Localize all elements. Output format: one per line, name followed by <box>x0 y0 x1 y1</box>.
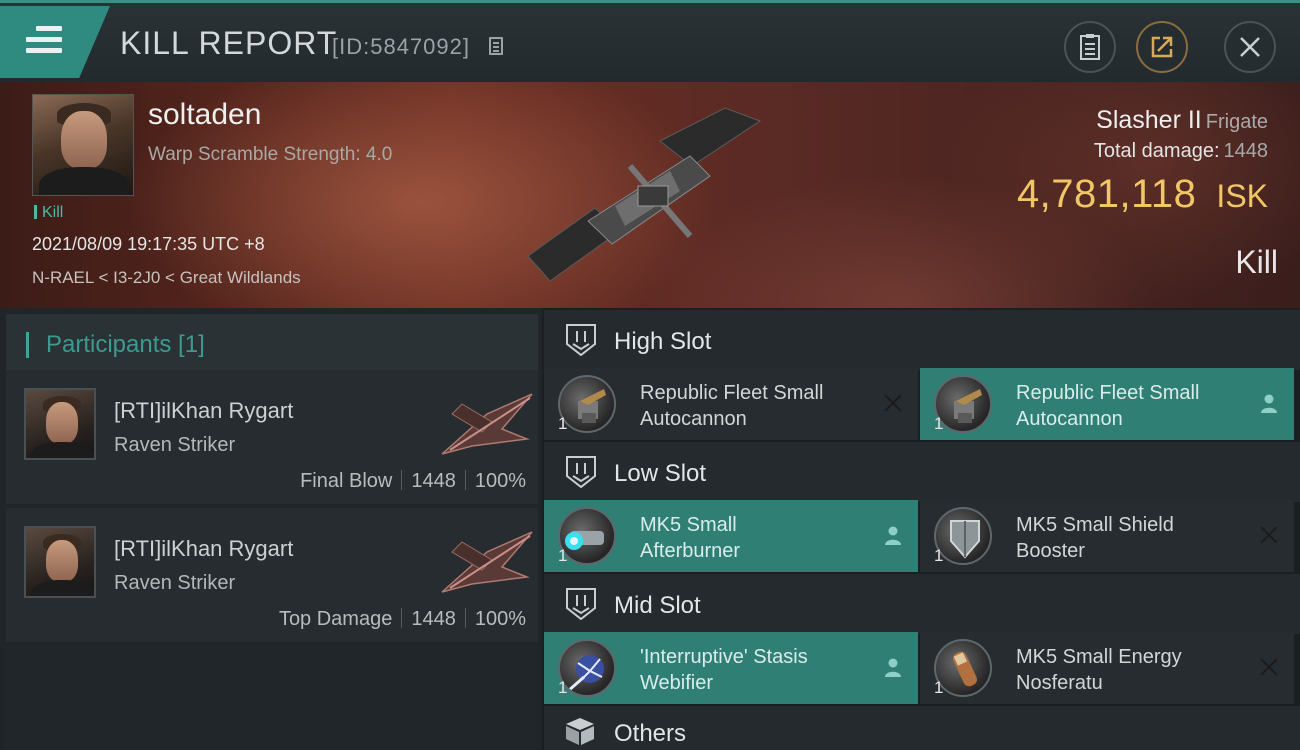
participant-avatar[interactable] <box>24 526 96 598</box>
isk-value: 4,781,118 ISK <box>1017 172 1268 217</box>
isk-amount: 4,781,118 <box>1016 172 1197 216</box>
participant-avatar[interactable] <box>24 388 96 460</box>
close-button[interactable] <box>1224 21 1276 73</box>
participant-ship: Raven Striker <box>114 434 236 456</box>
mid-slot-header: Mid Slot <box>544 574 1300 634</box>
participant-role: Final Blow <box>300 470 393 492</box>
module-name: 'Interruptive' Stasis Webifier <box>640 646 808 694</box>
dropped-person-icon <box>885 658 901 677</box>
kill-tag: Kill <box>34 204 63 222</box>
participant-ship: Raven Striker <box>114 572 236 594</box>
document-button[interactable] <box>1064 21 1116 73</box>
share-button[interactable] <box>1136 21 1188 73</box>
document-icon <box>1080 34 1100 60</box>
participant-ship-image <box>441 393 533 455</box>
page-title: KILL REPORT <box>120 25 338 61</box>
module-name: Republic Fleet Small Autocannon <box>1016 382 1200 430</box>
kill-location: N-RAEL < I3-2J0 < Great Wildlands <box>32 268 301 287</box>
slot-shield-icon <box>566 588 596 621</box>
module-card[interactable]: 1 Republic Fleet Small Autocannon <box>920 368 1294 440</box>
cube-icon <box>566 718 594 745</box>
top-bar: KILL REPORT [ID:5847092] <box>0 0 1300 82</box>
participant-damage: 1448 <box>411 470 456 492</box>
participant-name[interactable]: [RTI]ilKhan Rygart <box>114 536 293 562</box>
module-quantity: 1 <box>934 546 944 565</box>
module-name: MK5 Small Shield Booster <box>1016 514 1174 562</box>
module-card[interactable]: 1 'Interruptive' Stasis Webifier <box>544 632 918 704</box>
others-title: Others <box>614 720 687 747</box>
victim-ship-image <box>527 107 762 282</box>
module-quantity: 1 <box>934 678 944 697</box>
total-damage-value: 1448 <box>1223 140 1269 162</box>
victim-name[interactable]: soltaden <box>148 98 261 132</box>
mid-slot-title: Mid Slot <box>614 592 701 619</box>
hamburger-icon <box>26 26 62 59</box>
participant-stats: Final Blow 1448 100% <box>300 470 526 493</box>
destroyed-x-icon <box>882 392 904 414</box>
victim-avatar[interactable] <box>32 94 134 196</box>
participant-stats: Top Damage 1448 100% <box>279 608 526 631</box>
victim-banner: soltaden Warp Scramble Strength: 4.0 Kil… <box>0 82 1300 308</box>
module-card[interactable]: 1 MK5 Small Energy Nosferatu <box>920 632 1294 704</box>
participant-role: Top Damage <box>278 608 393 630</box>
high-slot-header: High Slot <box>544 310 1300 370</box>
module-name: MK5 Small Energy Nosferatu <box>1016 646 1182 694</box>
ship-info: Slasher II Frigate <box>1096 106 1268 135</box>
module-name: MK5 Small Afterburner <box>640 514 741 562</box>
participant-percent: 100% <box>474 608 526 630</box>
destroyed-x-icon <box>1258 524 1280 546</box>
menu-button[interactable] <box>0 6 110 78</box>
module-quantity: 1 <box>558 678 568 697</box>
participants-title: Participants [1] <box>46 331 205 358</box>
participant-percent: 100% <box>474 470 526 492</box>
participants-empty-area <box>6 644 538 750</box>
report-id: [ID:5847092] <box>332 34 470 59</box>
low-slot-title: Low Slot <box>614 460 707 487</box>
module-card[interactable]: 1 MK5 Small Shield Booster <box>920 500 1294 572</box>
participants-panel: Participants [1] [RTI]ilKhan Rygart Rave… <box>0 308 542 750</box>
high-slot-title: High Slot <box>614 328 712 355</box>
module-quantity: 1 <box>934 414 944 433</box>
module-card[interactable]: 1 Republic Fleet Small Autocannon <box>544 368 918 440</box>
kill-result: Kill <box>1235 244 1278 280</box>
participant-ship-image <box>441 531 533 593</box>
warp-scramble-strength: Warp Scramble Strength: 4.0 <box>148 144 393 165</box>
copy-icon[interactable] <box>489 37 503 55</box>
low-slot-header: Low Slot <box>544 442 1300 502</box>
ship-class: Frigate <box>1205 111 1268 133</box>
isk-unit: ISK <box>1216 178 1268 214</box>
total-damage: Total damage: 1448 <box>1094 140 1268 163</box>
slot-shield-icon <box>566 324 596 357</box>
participant-name[interactable]: [RTI]ilKhan Rygart <box>114 398 293 424</box>
participants-header: Participants [1] <box>6 314 538 372</box>
participant-card[interactable]: [RTI]ilKhan Rygart Raven Striker Top Dam… <box>6 508 538 642</box>
participant-card[interactable]: [RTI]ilKhan Rygart Raven Striker Final B… <box>6 370 538 504</box>
total-damage-label: Total damage: <box>1093 140 1220 162</box>
dropped-person-icon <box>1261 394 1277 413</box>
dropped-person-icon <box>885 526 901 545</box>
others-header: Others <box>544 706 1300 750</box>
module-card[interactable]: 1 MK5 Small Afterburner <box>544 500 918 572</box>
share-icon <box>1151 36 1173 58</box>
kill-datetime: 2021/08/09 19:17:35 UTC +8 <box>32 234 265 254</box>
close-icon <box>1240 37 1260 57</box>
destroyed-x-icon <box>1258 656 1280 678</box>
ship-name[interactable]: Slasher II <box>1096 106 1202 134</box>
fitting-panel: High Slot 1 Republic Fleet Small Autocann… <box>542 308 1300 750</box>
participant-damage: 1448 <box>411 608 456 630</box>
slot-shield-icon <box>566 456 596 489</box>
module-quantity: 1 <box>558 414 568 433</box>
module-quantity: 1 <box>558 546 568 565</box>
module-name: Republic Fleet Small Autocannon <box>640 382 824 430</box>
